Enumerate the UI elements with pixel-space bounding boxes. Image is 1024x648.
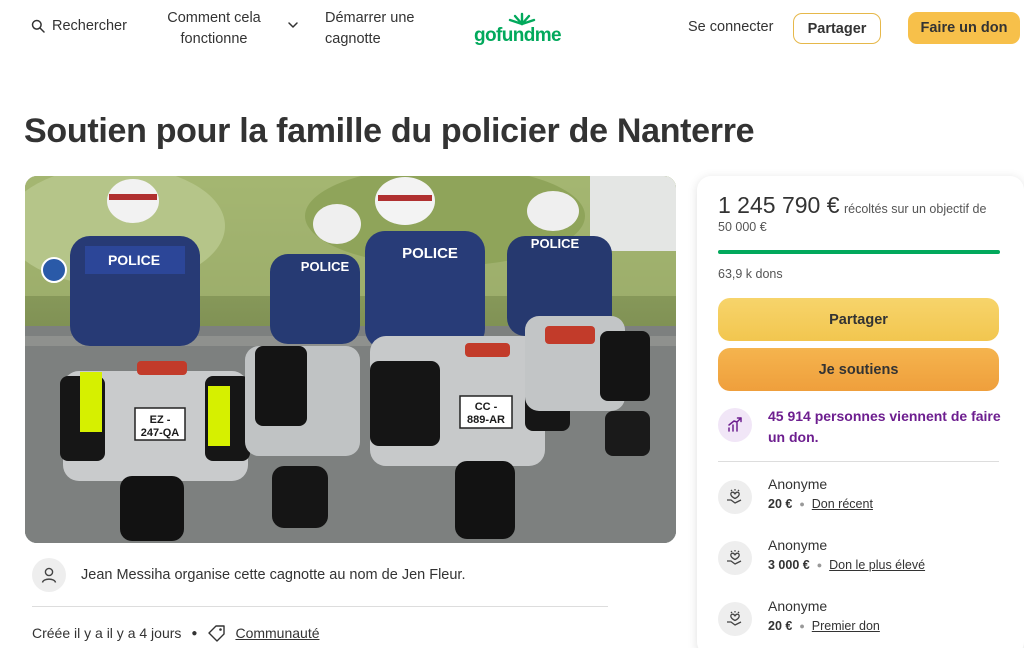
donation-card: 1 245 790 € récoltés sur un objectif de … bbox=[697, 176, 1024, 648]
search-link[interactable]: Rechercher bbox=[31, 18, 127, 34]
trending-text: 45 914 personnes viennent de faire un do… bbox=[768, 408, 1001, 445]
divider bbox=[718, 461, 999, 462]
created-text: Créée il y a il y a 4 jours bbox=[32, 625, 182, 641]
donor-amount: 3 000 € bbox=[768, 558, 810, 572]
svg-text:POLICE: POLICE bbox=[108, 252, 160, 268]
separator-dot: ● bbox=[799, 621, 805, 631]
campaign-photo: POLICE EZ - 247-QA POLICE POLICE CC - 88… bbox=[25, 176, 676, 543]
raised-amount: 1 245 790 € bbox=[718, 192, 840, 218]
donor-name: Anonyme bbox=[768, 537, 828, 553]
donor-name: Anonyme bbox=[768, 598, 828, 614]
donor-row: Anonyme 3 000 € ● Don le plus élevé bbox=[718, 537, 1003, 581]
separator-dot: ● bbox=[799, 499, 805, 509]
donor-tag-link[interactable]: Don récent bbox=[812, 497, 873, 511]
svg-text:POLICE: POLICE bbox=[402, 245, 458, 262]
donate-button[interactable]: Je soutiens bbox=[718, 348, 999, 391]
donate-button-header[interactable]: Faire un don bbox=[908, 12, 1020, 44]
trending-icon bbox=[718, 408, 752, 442]
svg-text:POLICE: POLICE bbox=[531, 236, 580, 251]
donor-amount: 20 € bbox=[768, 497, 793, 511]
donation-heart-icon bbox=[718, 602, 752, 636]
progress-bar bbox=[718, 250, 1000, 254]
start-campaign-link[interactable]: Démarrer une cagnotte bbox=[325, 8, 425, 50]
donation-heart-icon bbox=[718, 541, 752, 575]
svg-text:EZ -: EZ - bbox=[150, 414, 171, 426]
organizer-avatar-icon bbox=[32, 558, 66, 592]
gofundme-logo[interactable]: gofundme bbox=[474, 12, 574, 47]
svg-text:POLICE: POLICE bbox=[301, 259, 350, 274]
svg-text:889-AR: 889-AR bbox=[467, 414, 505, 426]
divider bbox=[32, 606, 608, 607]
donor-details: 3 000 € ● Don le plus élevé bbox=[768, 558, 925, 572]
donor-amount: 20 € bbox=[768, 619, 793, 633]
donations-count: 63,9 k dons bbox=[718, 267, 783, 281]
how-it-works-link[interactable]: Comment cela fonctionne bbox=[164, 8, 264, 50]
donor-tag-link[interactable]: Premier don bbox=[812, 619, 880, 633]
donor-row: Anonyme 20 € ● Don récent bbox=[718, 476, 1003, 520]
donor-tag-link[interactable]: Don le plus élevé bbox=[829, 558, 925, 572]
donor-details: 20 € ● Don récent bbox=[768, 497, 873, 511]
category-link[interactable]: Communauté bbox=[235, 625, 319, 641]
logo-text: gofundme bbox=[474, 25, 562, 46]
raised-summary: 1 245 790 € récoltés sur un objectif de … bbox=[718, 194, 1003, 236]
share-button-header[interactable]: Partager bbox=[793, 13, 881, 44]
separator-dot: ● bbox=[816, 560, 823, 570]
organizer-text: Jean Messiha organise cette cagnotte au … bbox=[81, 567, 466, 583]
top-nav: Rechercher Comment cela fonctionne Démar… bbox=[0, 0, 1024, 60]
donor-row: Anonyme 20 € ● Premier don bbox=[718, 598, 1003, 642]
donor-name: Anonyme bbox=[768, 476, 828, 492]
share-button[interactable]: Partager bbox=[718, 298, 999, 341]
svg-text:247-QA: 247-QA bbox=[141, 427, 180, 439]
svg-text:CC -: CC - bbox=[475, 401, 498, 413]
donor-details: 20 € ● Premier don bbox=[768, 619, 880, 633]
search-label: Rechercher bbox=[52, 18, 127, 34]
search-icon bbox=[31, 19, 45, 33]
chevron-down-icon[interactable] bbox=[286, 18, 300, 32]
page-title: Soutien pour la famille du policier de N… bbox=[24, 112, 755, 150]
login-link[interactable]: Se connecter bbox=[688, 19, 773, 35]
tag-icon bbox=[207, 624, 227, 642]
separator-dot: ● bbox=[191, 627, 198, 639]
donation-heart-icon bbox=[718, 480, 752, 514]
campaign-meta: Créée il y a il y a 4 jours ● Communauté bbox=[32, 624, 320, 642]
